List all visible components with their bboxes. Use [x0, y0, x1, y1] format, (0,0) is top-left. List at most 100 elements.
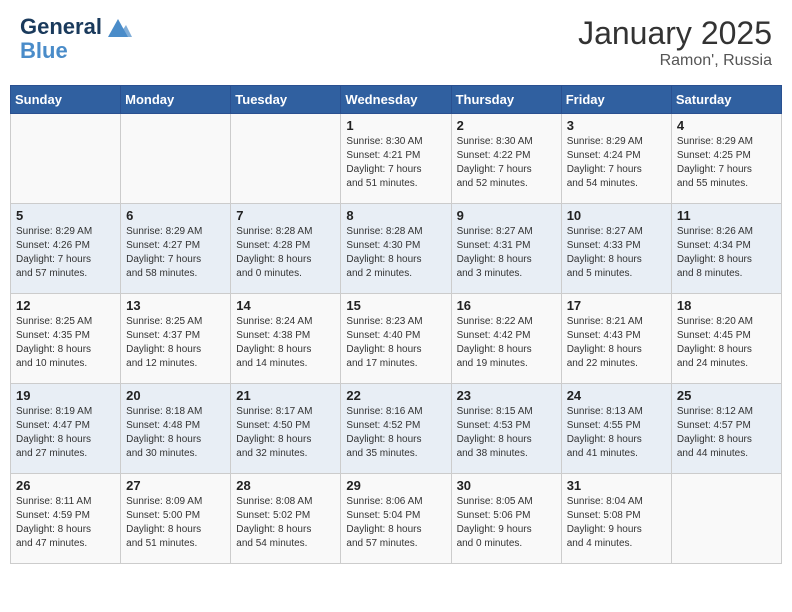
location-subtitle: Ramon', Russia — [578, 52, 772, 70]
day-details: Sunrise: 8:25 AM Sunset: 4:37 PM Dayligh… — [126, 315, 225, 371]
day-number: 5 — [16, 208, 115, 223]
calendar-cell — [121, 114, 231, 204]
day-details: Sunrise: 8:28 AM Sunset: 4:28 PM Dayligh… — [236, 225, 335, 281]
month-title: January 2025 — [578, 15, 772, 52]
day-details: Sunrise: 8:15 AM Sunset: 4:53 PM Dayligh… — [457, 405, 556, 461]
calendar-cell: 20 Sunrise: 8:18 AM Sunset: 4:48 PM Dayli… — [121, 384, 231, 474]
page-header: General Blue January 2025 Ramon', Russia — [10, 10, 782, 75]
calendar-cell — [11, 114, 121, 204]
calendar-cell: 31 Sunrise: 8:04 AM Sunset: 5:08 PM Dayli… — [561, 474, 671, 564]
day-details: Sunrise: 8:20 AM Sunset: 4:45 PM Dayligh… — [677, 315, 776, 371]
calendar-cell: 26 Sunrise: 8:11 AM Sunset: 4:59 PM Dayli… — [11, 474, 121, 564]
day-number: 14 — [236, 298, 335, 313]
calendar-cell: 8 Sunrise: 8:28 AM Sunset: 4:30 PM Daylig… — [341, 204, 451, 294]
calendar-cell: 16Sunrise: 8:22 AM Sunset: 4:42 PM Dayli… — [451, 294, 561, 384]
calendar-cell: 28 Sunrise: 8:08 AM Sunset: 5:02 PM Dayli… — [231, 474, 341, 564]
day-details: Sunrise: 8:11 AM Sunset: 4:59 PM Dayligh… — [16, 495, 115, 551]
day-details: Sunrise: 8:29 AM Sunset: 4:25 PM Dayligh… — [677, 135, 776, 191]
calendar-cell: 11Sunrise: 8:26 AM Sunset: 4:34 PM Dayli… — [671, 204, 781, 294]
calendar-week-3: 12Sunrise: 8:25 AM Sunset: 4:35 PM Dayli… — [11, 294, 782, 384]
calendar-cell: 30 Sunrise: 8:05 AM Sunset: 5:06 PM Dayli… — [451, 474, 561, 564]
calendar-cell: 15 Sunrise: 8:23 AM Sunset: 4:40 PM Dayli… — [341, 294, 451, 384]
logo-blue: Blue — [20, 39, 132, 63]
day-number: 30 — [457, 478, 556, 493]
day-number: 23 — [457, 388, 556, 403]
calendar-cell: 4 Sunrise: 8:29 AM Sunset: 4:25 PM Daylig… — [671, 114, 781, 204]
day-details: Sunrise: 8:24 AM Sunset: 4:38 PM Dayligh… — [236, 315, 335, 371]
day-number: 18 — [677, 298, 776, 313]
calendar-cell: 19Sunrise: 8:19 AM Sunset: 4:47 PM Dayli… — [11, 384, 121, 474]
calendar-cell — [231, 114, 341, 204]
day-number: 10 — [567, 208, 666, 223]
day-details: Sunrise: 8:29 AM Sunset: 4:27 PM Dayligh… — [126, 225, 225, 281]
logo-text: General — [20, 15, 132, 39]
day-number: 8 — [346, 208, 445, 223]
calendar-cell: 13 Sunrise: 8:25 AM Sunset: 4:37 PM Dayli… — [121, 294, 231, 384]
day-number: 7 — [236, 208, 335, 223]
day-details: Sunrise: 8:04 AM Sunset: 5:08 PM Dayligh… — [567, 495, 666, 551]
day-number: 19 — [16, 388, 115, 403]
day-details: Sunrise: 8:21 AM Sunset: 4:43 PM Dayligh… — [567, 315, 666, 371]
day-number: 25 — [677, 388, 776, 403]
weekday-header-wednesday: Wednesday — [341, 86, 451, 114]
calendar-cell: 7 Sunrise: 8:28 AM Sunset: 4:28 PM Daylig… — [231, 204, 341, 294]
day-details: Sunrise: 8:29 AM Sunset: 4:24 PM Dayligh… — [567, 135, 666, 191]
weekday-header-friday: Friday — [561, 86, 671, 114]
calendar-cell: 22Sunrise: 8:16 AM Sunset: 4:52 PM Dayli… — [341, 384, 451, 474]
weekday-header-monday: Monday — [121, 86, 231, 114]
day-number: 12 — [16, 298, 115, 313]
logo-icon — [104, 17, 132, 39]
calendar-cell: 24Sunrise: 8:13 AM Sunset: 4:55 PM Dayli… — [561, 384, 671, 474]
day-details: Sunrise: 8:12 AM Sunset: 4:57 PM Dayligh… — [677, 405, 776, 461]
day-details: Sunrise: 8:05 AM Sunset: 5:06 PM Dayligh… — [457, 495, 556, 551]
day-number: 29 — [346, 478, 445, 493]
day-details: Sunrise: 8:18 AM Sunset: 4:48 PM Dayligh… — [126, 405, 225, 461]
day-details: Sunrise: 8:17 AM Sunset: 4:50 PM Dayligh… — [236, 405, 335, 461]
weekday-header-sunday: Sunday — [11, 86, 121, 114]
day-number: 15 — [346, 298, 445, 313]
day-number: 28 — [236, 478, 335, 493]
day-number: 4 — [677, 118, 776, 133]
calendar-cell: 25 Sunrise: 8:12 AM Sunset: 4:57 PM Dayli… — [671, 384, 781, 474]
day-details: Sunrise: 8:23 AM Sunset: 4:40 PM Dayligh… — [346, 315, 445, 371]
calendar-cell: 21Sunrise: 8:17 AM Sunset: 4:50 PM Dayli… — [231, 384, 341, 474]
day-number: 31 — [567, 478, 666, 493]
calendar-table: SundayMondayTuesdayWednesdayThursdayFrid… — [10, 85, 782, 564]
calendar-cell: 2 Sunrise: 8:30 AM Sunset: 4:22 PM Daylig… — [451, 114, 561, 204]
day-number: 20 — [126, 388, 225, 403]
day-details: Sunrise: 8:29 AM Sunset: 4:26 PM Dayligh… — [16, 225, 115, 281]
day-details: Sunrise: 8:28 AM Sunset: 4:30 PM Dayligh… — [346, 225, 445, 281]
calendar-cell: 5 Sunrise: 8:29 AM Sunset: 4:26 PM Daylig… — [11, 204, 121, 294]
calendar-cell: 10Sunrise: 8:27 AM Sunset: 4:33 PM Dayli… — [561, 204, 671, 294]
day-details: Sunrise: 8:22 AM Sunset: 4:42 PM Dayligh… — [457, 315, 556, 371]
day-details: Sunrise: 8:09 AM Sunset: 5:00 PM Dayligh… — [126, 495, 225, 551]
day-number: 2 — [457, 118, 556, 133]
day-number: 6 — [126, 208, 225, 223]
weekday-header-tuesday: Tuesday — [231, 86, 341, 114]
weekday-header-row: SundayMondayTuesdayWednesdayThursdayFrid… — [11, 86, 782, 114]
calendar-cell: 14 Sunrise: 8:24 AM Sunset: 4:38 PM Dayli… — [231, 294, 341, 384]
calendar-cell: 23 Sunrise: 8:15 AM Sunset: 4:53 PM Dayli… — [451, 384, 561, 474]
logo: General Blue — [20, 15, 132, 63]
calendar-cell: 27Sunrise: 8:09 AM Sunset: 5:00 PM Dayli… — [121, 474, 231, 564]
day-number: 26 — [16, 478, 115, 493]
calendar-cell: 29 Sunrise: 8:06 AM Sunset: 5:04 PM Dayli… — [341, 474, 451, 564]
day-details: Sunrise: 8:30 AM Sunset: 4:22 PM Dayligh… — [457, 135, 556, 191]
calendar-cell: 12Sunrise: 8:25 AM Sunset: 4:35 PM Dayli… — [11, 294, 121, 384]
day-number: 1 — [346, 118, 445, 133]
calendar-week-1: 1 Sunrise: 8:30 AM Sunset: 4:21 PM Daylig… — [11, 114, 782, 204]
day-number: 13 — [126, 298, 225, 313]
calendar-cell: 17Sunrise: 8:21 AM Sunset: 4:43 PM Dayli… — [561, 294, 671, 384]
calendar-cell: 6 Sunrise: 8:29 AM Sunset: 4:27 PM Daylig… — [121, 204, 231, 294]
calendar-cell: 9Sunrise: 8:27 AM Sunset: 4:31 PM Daylig… — [451, 204, 561, 294]
day-details: Sunrise: 8:06 AM Sunset: 5:04 PM Dayligh… — [346, 495, 445, 551]
day-details: Sunrise: 8:30 AM Sunset: 4:21 PM Dayligh… — [346, 135, 445, 191]
day-number: 9 — [457, 208, 556, 223]
calendar-body: 1 Sunrise: 8:30 AM Sunset: 4:21 PM Daylig… — [11, 114, 782, 564]
title-block: January 2025 Ramon', Russia — [578, 15, 772, 70]
day-details: Sunrise: 8:26 AM Sunset: 4:34 PM Dayligh… — [677, 225, 776, 281]
day-details: Sunrise: 8:08 AM Sunset: 5:02 PM Dayligh… — [236, 495, 335, 551]
weekday-header-saturday: Saturday — [671, 86, 781, 114]
day-number: 3 — [567, 118, 666, 133]
calendar-week-4: 19Sunrise: 8:19 AM Sunset: 4:47 PM Dayli… — [11, 384, 782, 474]
